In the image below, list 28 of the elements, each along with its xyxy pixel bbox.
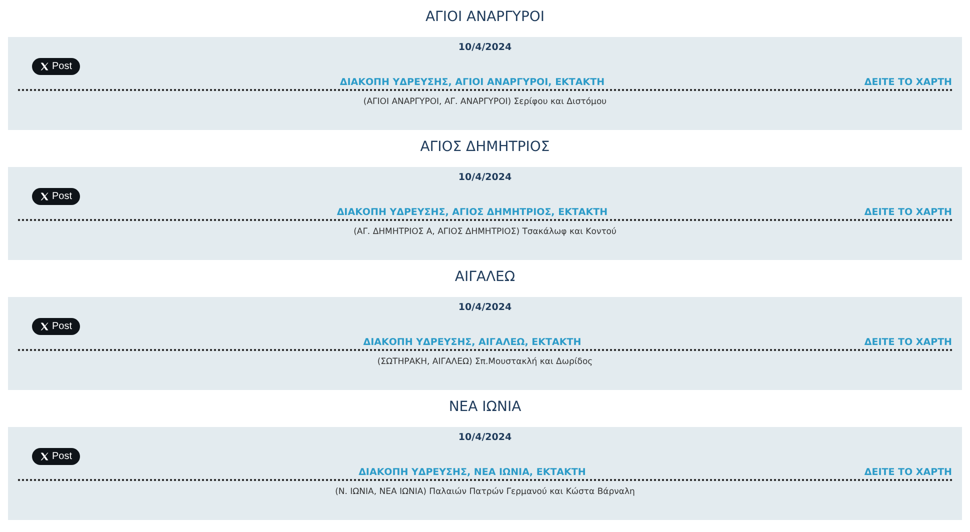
area-heading: ΑΙΓΑΛΕΩ [454,268,516,287]
map-link[interactable]: ΔΕΙΤΕ ΤΟ ΧΑΡΤΗ [864,77,952,88]
map-link[interactable]: ΔΕΙΤΕ ΤΟ ΧΑΡΤΗ [864,207,952,218]
notice-address: (ΣΩΤΗΡΑΚΗ, ΑΙΓΑΛΕΩ) Σπ.Μουστακλή και Δωρίδος [376,357,594,367]
notice-address: (ΑΓΙΟΙ ΑΝΑΡΓΥΡΟΙ, ΑΓ. ΑΝΑΡΓΥΡΟΙ) Σερίφου και Διστόμου [362,97,608,107]
notice-title-link[interactable]: ΔΙΑΚΟΠΗ ΥΔΡΕΥΣΗΣ, ΑΙΓΑΛΕΩ, ΕΚΤΑΚΤΗ [80,337,864,348]
post-button[interactable]: Post [32,188,80,205]
x-icon [40,62,49,71]
map-link[interactable]: ΔΕΙΤΕ ΤΟ ΧΑΡΤΗ [864,467,952,478]
area-heading: ΝΕΑ ΙΩΝΙΑ [448,398,522,417]
notice-address: (Ν. ΙΩΝΙΑ, ΝΕΑ ΙΩΝΙΑ) Παλαιών Πατρών Γερμανού και Κώστα Βάρναλη [334,487,636,497]
notice-date: 10/4/2024 [457,301,513,315]
post-button[interactable]: Post [32,58,80,75]
area-heading: ΑΓΙΟΙ ΑΝΑΡΓΥΡΟΙ [424,8,546,27]
notice-title-link[interactable]: ΔΙΑΚΟΠΗ ΥΔΡΕΥΣΗΣ, ΑΓΙΟΣ ΔΗΜΗΤΡΙΟΣ, ΕΚΤΑΚΤΗ [80,207,864,218]
notice-date: 10/4/2024 [457,431,513,445]
notice-date: 10/4/2024 [457,41,513,55]
notice-address: (ΑΓ. ΔΗΜΗΤΡΙΟΣ Α, ΑΓΙΟΣ ΔΗΜΗΤΡΙΟΣ) Τσακάλωφ και Κοντού [352,227,618,237]
post-button[interactable]: Post [32,318,80,335]
x-icon [40,322,49,331]
x-icon [40,192,49,201]
notice-date: 10/4/2024 [457,171,513,185]
post-button[interactable]: Post [32,448,80,465]
area-heading: ΑΓΙΟΣ ΔΗΜΗΤΡΙΟΣ [419,138,551,157]
notice-title-link[interactable]: ΔΙΑΚΟΠΗ ΥΔΡΕΥΣΗΣ, ΝΕΑ ΙΩΝΙΑ, ΕΚΤΑΚΤΗ [80,467,864,478]
notice-title-link[interactable]: ΔΙΑΚΟΠΗ ΥΔΡΕΥΣΗΣ, ΑΓΙΟΙ ΑΝΑΡΓΥΡΟΙ, ΕΚΤΑΚΤΗ [80,77,864,88]
x-icon [40,452,49,461]
map-link[interactable]: ΔΕΙΤΕ ΤΟ ΧΑΡΤΗ [864,337,952,348]
